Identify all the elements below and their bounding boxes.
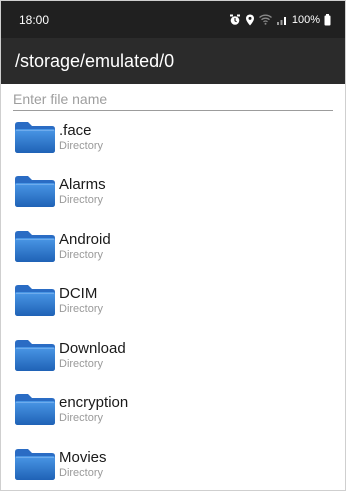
item-type: Directory <box>59 139 104 152</box>
list-item[interactable]: DCIM Directory <box>1 276 345 331</box>
alarm-icon <box>229 14 241 26</box>
item-text: encryption Directory <box>59 394 128 425</box>
item-type: Directory <box>59 248 104 261</box>
item-text: Download Directory <box>59 340 126 371</box>
item-text: Movies Directory <box>59 449 107 480</box>
list-item[interactable]: encryption Directory <box>1 385 345 440</box>
item-type: Directory <box>59 303 104 316</box>
list-item[interactable]: Android Directory <box>1 221 345 276</box>
signal-icon <box>276 15 288 25</box>
folder-icon <box>13 446 59 487</box>
app-bar: /storage/emulated/0 <box>1 38 345 84</box>
item-type: Directory <box>59 466 104 479</box>
item-name: encryption <box>59 394 129 412</box>
item-name: Movies <box>59 448 107 466</box>
list-item[interactable]: Alarms Directory <box>1 167 345 222</box>
item-type: Directory <box>59 412 104 425</box>
item-type: Directory <box>59 194 104 207</box>
item-type: Directory <box>59 357 104 370</box>
folder-icon <box>13 391 59 432</box>
item-text: DCIM Directory <box>59 285 103 316</box>
status-bar: 18:00 100% <box>1 1 345 38</box>
battery-icon <box>324 13 331 26</box>
item-name: Download <box>59 339 126 357</box>
status-time: 18:00 <box>19 12 50 27</box>
item-name: DCIM <box>59 285 98 303</box>
app-window: 18:00 100% /storage/emulated/0 Enter fil… <box>0 0 346 491</box>
file-list: .face Directory Alarms Directory Android… <box>1 112 345 490</box>
item-name: Android <box>59 230 111 248</box>
status-icons: 100% <box>229 13 331 26</box>
item-text: Alarms Directory <box>59 176 106 207</box>
item-text: Android Directory <box>59 231 111 262</box>
list-item[interactable]: Movies Directory <box>1 439 345 490</box>
folder-icon <box>13 228 59 269</box>
folder-icon <box>13 282 59 323</box>
item-name: .face <box>59 121 92 139</box>
path-title: /storage/emulated/0 <box>15 50 175 71</box>
folder-icon <box>13 119 59 160</box>
wifi-icon <box>258 14 272 25</box>
folder-icon <box>13 337 59 378</box>
file-name-input[interactable] <box>13 89 333 111</box>
list-item[interactable]: Download Directory <box>1 330 345 385</box>
item-text: .face Directory <box>59 122 103 153</box>
list-item[interactable]: .face Directory <box>1 112 345 167</box>
folder-icon <box>13 173 59 214</box>
battery-percent: 100% <box>291 13 320 26</box>
item-name: Alarms <box>59 176 106 194</box>
location-icon <box>245 14 255 26</box>
search-container <box>1 84 345 112</box>
